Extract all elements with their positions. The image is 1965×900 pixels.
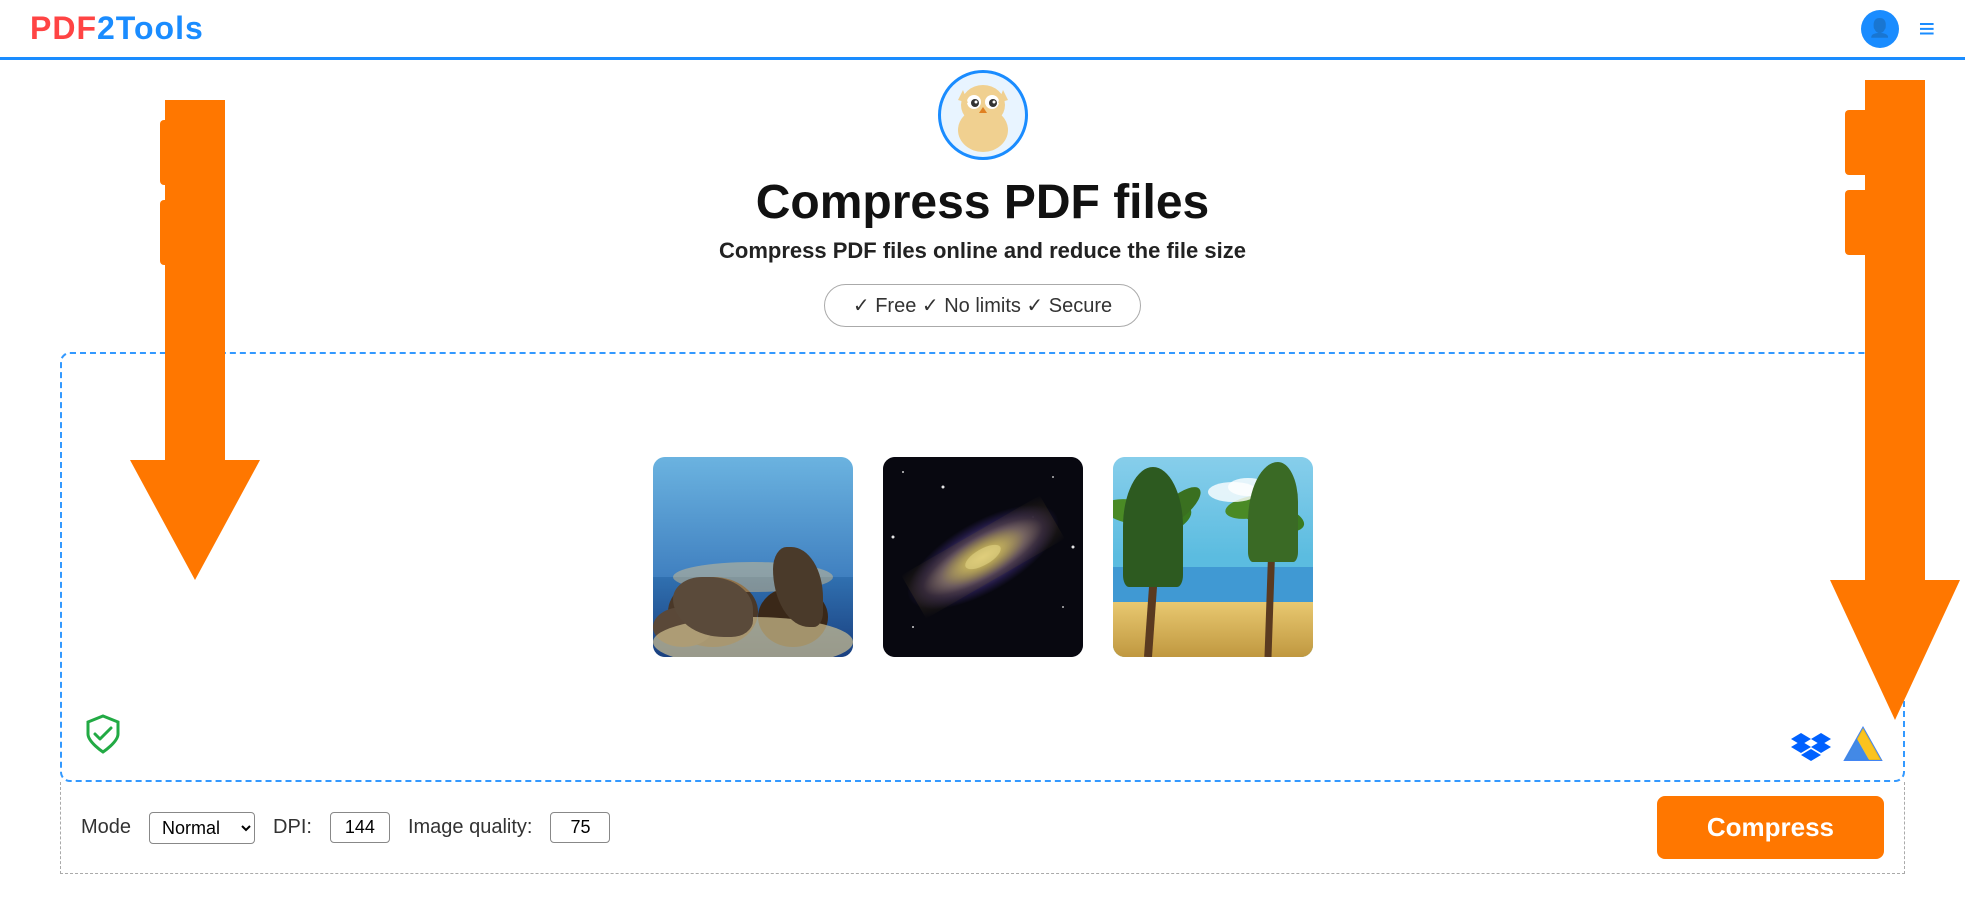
preview-image-2 — [883, 457, 1083, 657]
features-badge: ✓ Free ✓ No limits ✓ Secure — [824, 284, 1141, 327]
page-subtitle: Compress PDF files online and reduce the… — [719, 238, 1246, 264]
shield-svg — [82, 713, 124, 755]
quality-input[interactable] — [550, 812, 610, 843]
coastal-image — [653, 457, 853, 657]
logo-tools: 2Tools — [97, 10, 204, 46]
user-icon[interactable]: 👤 — [1861, 10, 1899, 48]
mascot-image — [938, 70, 1028, 160]
cloud-icons — [1791, 725, 1883, 765]
beach-image — [1113, 457, 1313, 657]
dropbox-icon[interactable] — [1791, 725, 1831, 765]
dpi-input[interactable] — [330, 812, 390, 843]
toolbar-settings: Mode Normal Strong Extreme DPI: Image qu… — [81, 812, 610, 844]
preview-image-1 — [653, 457, 853, 657]
page-title: Compress PDF files — [756, 175, 1209, 230]
mascot-svg — [943, 75, 1023, 155]
menu-icon[interactable]: ≡ — [1919, 13, 1935, 45]
mode-select[interactable]: Normal Strong Extreme — [149, 812, 255, 844]
mascot-area — [0, 70, 1965, 160]
bottom-toolbar: Mode Normal Strong Extreme DPI: Image qu… — [60, 782, 1905, 874]
logo-pdf: PDF — [30, 10, 97, 46]
drop-zone-wrapper: Mode Normal Strong Extreme DPI: Image qu… — [60, 352, 1905, 874]
preview-images — [653, 457, 1313, 657]
mode-label: Mode — [81, 816, 131, 839]
dpi-label: DPI: — [273, 816, 312, 839]
header-actions: 👤 ≡ — [1861, 10, 1935, 48]
preview-image-3 — [1113, 457, 1313, 657]
quality-label: Image quality: — [408, 816, 533, 839]
google-drive-icon[interactable] — [1843, 725, 1883, 765]
header: PDF2Tools 👤 ≡ — [0, 0, 1965, 60]
logo: PDF2Tools — [30, 10, 204, 47]
compress-button[interactable]: Compress — [1657, 796, 1884, 859]
drop-zone[interactable] — [60, 352, 1905, 782]
galaxy-image — [883, 457, 1083, 657]
left-arrow-svg — [130, 100, 260, 600]
main-content: Compress PDF files Compress PDF files on… — [0, 160, 1965, 874]
right-arrow-svg — [1830, 80, 1960, 730]
security-shield-icon — [82, 713, 124, 760]
